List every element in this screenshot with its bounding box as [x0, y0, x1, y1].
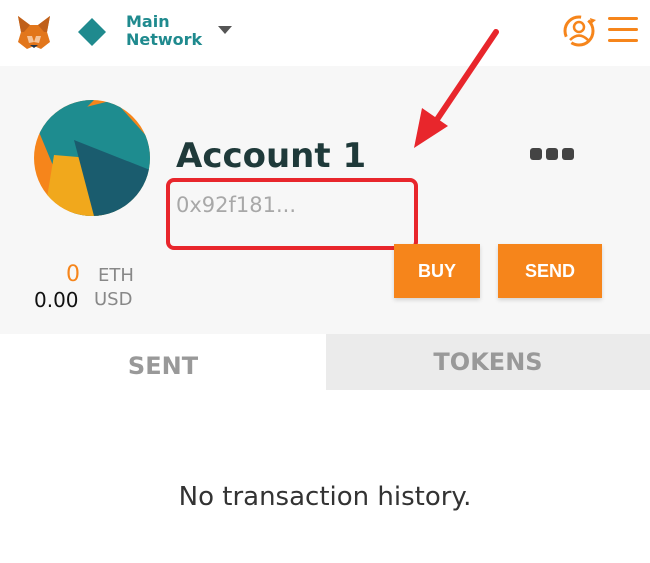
hamburger-menu-icon[interactable]	[608, 17, 638, 43]
chevron-down-icon[interactable]	[218, 26, 232, 34]
empty-transactions-message: No transaction history.	[178, 482, 472, 512]
app-header: Main Network	[0, 0, 650, 66]
annotation-highlight-box	[166, 178, 418, 250]
teal-diamond-icon[interactable]	[78, 18, 106, 46]
account-name[interactable]: Account 1	[176, 136, 366, 176]
metamask-fox-icon[interactable]	[14, 12, 54, 52]
account-identicon[interactable]	[34, 100, 150, 216]
eth-balance-unit: ETH	[98, 265, 134, 286]
usd-balance-value: 0.00	[34, 288, 79, 312]
send-button[interactable]: SEND	[498, 244, 602, 298]
eth-balance-value: 0	[66, 262, 80, 287]
account-switch-icon[interactable]	[560, 12, 598, 50]
buy-button[interactable]: BUY	[394, 244, 480, 298]
tab-tokens[interactable]: TOKENS	[326, 334, 650, 390]
tab-sent[interactable]: SENT	[0, 342, 326, 390]
annotation-arrow-icon	[414, 29, 499, 148]
network-name-line2: Network	[126, 30, 203, 49]
usd-balance-unit: USD	[94, 289, 133, 310]
more-dots-icon[interactable]	[530, 148, 574, 162]
network-name-line1: Main	[126, 12, 170, 31]
network-selector[interactable]: Main Network	[126, 13, 202, 49]
